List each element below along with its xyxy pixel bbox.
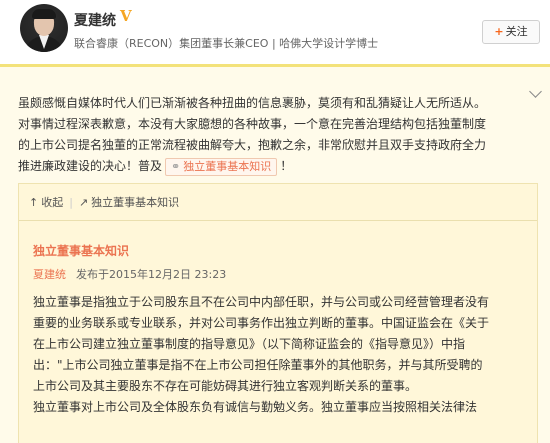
- article-line: 重要的业务联系或专业联系，并对公司事务作出独立判断的董事。中国证监会在《关于: [33, 316, 490, 330]
- article-line: 出："上市公司独立董事是指不在上市公司担任除董事外的其他职务，并与其所受聘的: [33, 358, 483, 372]
- user-name[interactable]: 夏建统: [74, 10, 116, 30]
- user-bio: 联合睿康（RECON）集团董事长兼CEO | 哈佛大学设计学博士: [74, 37, 379, 50]
- arrow-up-icon: ↑: [29, 196, 39, 209]
- article-title[interactable]: 独立董事基本知识: [33, 242, 129, 259]
- post-line-suffix: ！: [280, 159, 293, 173]
- toolbar-divider: |: [69, 196, 73, 209]
- post-line-prefix: 推进廉政建设的决心！普及: [18, 159, 163, 173]
- collapse-label: 收起: [41, 196, 64, 209]
- profile-header: 夏建统 V 联合睿康（RECON）集团董事长兼CEO | 哈佛大学设计学博士 +…: [0, 0, 550, 60]
- article-toolbar: ↑ 收起 | ↗ 独立董事基本知识: [29, 194, 179, 210]
- avatar[interactable]: [20, 4, 68, 52]
- article-link-label: 独立董事基本知识: [183, 160, 272, 173]
- article-author[interactable]: 夏建统: [33, 268, 66, 281]
- external-link-icon: ↗: [78, 196, 89, 209]
- divider: [19, 220, 537, 221]
- plus-icon: +: [494, 25, 504, 38]
- source-link[interactable]: ↗ 独立董事基本知识: [79, 196, 179, 209]
- article-published: 发布于2015年12月2日 23:23: [76, 268, 227, 281]
- article-meta: 夏建统 发布于2015年12月2日 23:23: [33, 266, 226, 282]
- verified-badge-icon: V: [120, 7, 132, 25]
- follow-label: 关注: [505, 25, 528, 38]
- post-line: 虽颇感慨自媒体时代人们已渐渐被各种扭曲的信息裹胁，莫须有和乱猜疑让人无所适从。: [18, 96, 487, 110]
- collapse-button[interactable]: ↑ 收起: [29, 196, 63, 209]
- article-line: 独立董事是指独立于公司股东且不在公司中内部任职，并与公司或公司经营管理者没有: [33, 295, 490, 309]
- article-line: 在上市公司建立独立董事制度的指导意见》（以下简称证监会的《指导意见》）中指: [33, 337, 466, 351]
- post-text: 虽颇感慨自媒体时代人们已渐渐被各种扭曲的信息裹胁，莫须有和乱猜疑让人无所适从。 …: [18, 93, 528, 177]
- post-line: 的上市公司提名独董的正常流程被曲解夸大，抱歉之余，非常欣慰并且双手支持政府全力: [18, 138, 487, 152]
- chevron-down-icon[interactable]: [529, 85, 542, 98]
- article-line: 独立董事对上市公司及全体股东负有诚信与勤勉义务。独立董事应当按照相关法律法: [33, 400, 478, 414]
- post-line: 对事情过程深表歉意，本没有大家臆想的各种故事，一个意在完善治理结构包括独董制度: [18, 117, 487, 131]
- post-card: 虽颇感慨自媒体时代人们已渐渐被各种扭曲的信息裹胁，莫须有和乱猜疑让人无所适从。 …: [0, 64, 550, 443]
- follow-button[interactable]: + 关注: [482, 20, 540, 44]
- article-body: 独立董事是指独立于公司股东且不在公司中内部任职，并与公司或公司经营管理者没有 重…: [33, 292, 533, 418]
- post-line-last: 推进廉政建设的决心！普及 ⚭ 独立董事基本知识！: [18, 156, 528, 177]
- article-link[interactable]: ⚭ 独立董事基本知识: [165, 158, 278, 176]
- paperclip-icon: ⚭: [171, 160, 181, 173]
- source-label: 独立董事基本知识: [91, 196, 180, 209]
- avatar-hair: [32, 9, 56, 19]
- article-line: 上市公司及其主要股东不存在可能妨碍其进行独立客观判断关系的董事。: [33, 379, 418, 393]
- embedded-article: ↑ 收起 | ↗ 独立董事基本知识 独立董事基本知识 夏建统 发布于2015年12月2日 …: [18, 183, 538, 443]
